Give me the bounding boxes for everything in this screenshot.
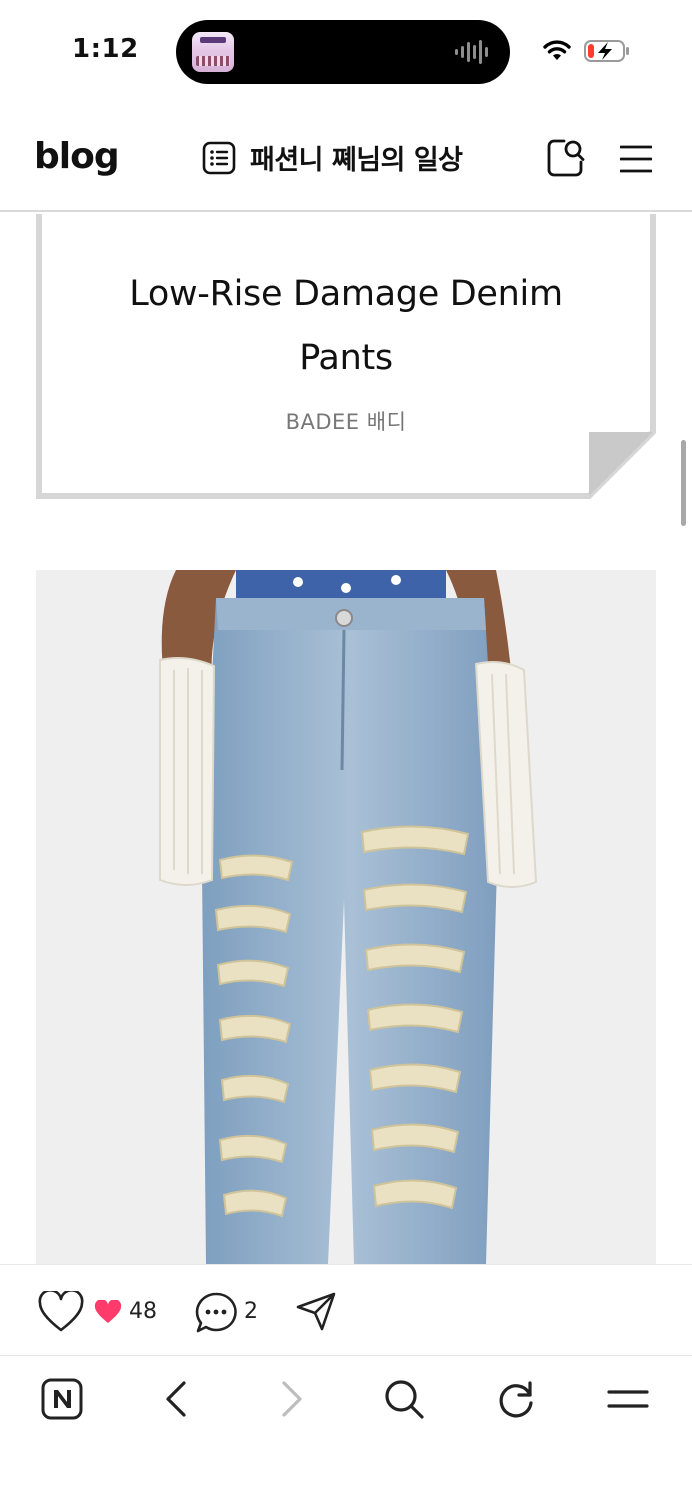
blog-logo[interactable]: blog (34, 136, 120, 177)
blog-header: blog 패션니 쪠님의 일상 (0, 100, 692, 212)
comment-icon[interactable] (194, 1291, 238, 1335)
blog-title: 패션니 쪠님의 일상 (250, 145, 463, 176)
reload-icon[interactable] (494, 1377, 538, 1421)
audio-waveform-icon (455, 40, 488, 64)
search-people-icon[interactable] (546, 138, 586, 178)
comment-count[interactable]: 2 (244, 1299, 258, 1324)
battery-charging-icon (584, 40, 629, 62)
search-icon[interactable] (382, 1377, 426, 1421)
hamburger-icon[interactable] (620, 144, 652, 174)
share-icon[interactable] (296, 1291, 336, 1331)
post-title-card: Low-Rise Damage Denim Pants BADEE 배디 (36, 214, 656, 500)
browser-bottom-nav (0, 1357, 692, 1500)
status-time: 1:12 (72, 34, 139, 64)
distressed-jeans-illustration (36, 570, 656, 1264)
back-icon[interactable] (156, 1377, 200, 1421)
blog-title-link[interactable]: 패션니 쪠님의 일상 (202, 138, 463, 177)
forward-icon[interactable] (270, 1377, 314, 1421)
reaction-bar: 48 2 (0, 1264, 692, 1356)
like-icon[interactable] (38, 1291, 84, 1333)
menu-icon[interactable] (606, 1377, 650, 1421)
dynamic-island[interactable] (176, 20, 510, 84)
post-title-line-2: Pants (299, 338, 393, 378)
status-bar: 1:12 (0, 0, 692, 100)
wifi-icon (543, 40, 571, 60)
post-title: Low-Rise Damage Denim Pants (66, 262, 626, 390)
scrollbar-thumb[interactable] (681, 440, 686, 526)
naver-n-icon[interactable] (40, 1377, 84, 1421)
now-playing-thumbnail[interactable] (192, 32, 234, 72)
list-icon (202, 141, 236, 174)
like-count[interactable]: 48 (129, 1299, 157, 1324)
post-title-line-1: Low-Rise Damage Denim (129, 274, 563, 314)
product-photo[interactable] (36, 570, 656, 1264)
heart-icon (94, 1300, 122, 1323)
post-brand: BADEE 배디 (285, 410, 407, 434)
